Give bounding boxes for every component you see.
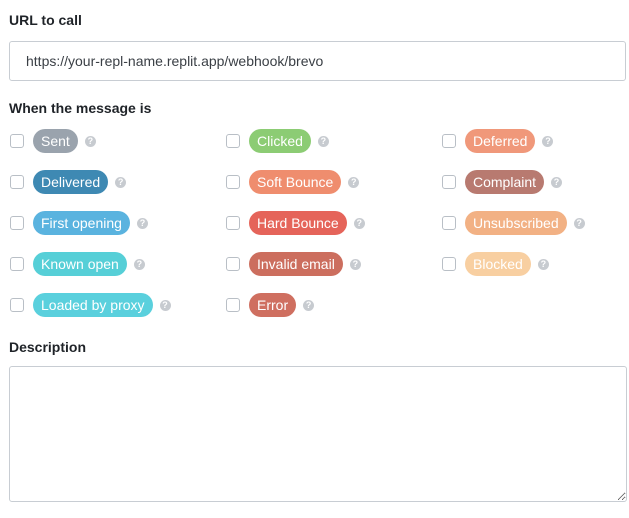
- event-checkbox-error[interactable]: [226, 298, 240, 312]
- help-icon[interactable]: ?: [159, 299, 171, 311]
- event-option-unsubscribed[interactable]: Unsubscribed?: [442, 210, 585, 236]
- event-checkbox-deferred[interactable]: [442, 134, 456, 148]
- description-label: Description: [9, 339, 87, 355]
- url-label: URL to call: [9, 12, 82, 28]
- event-checkbox-first-opening[interactable]: [10, 216, 24, 230]
- help-icon[interactable]: ?: [133, 258, 145, 270]
- event-option-first-opening[interactable]: First opening?: [10, 210, 148, 236]
- event-option-loaded-by-proxy[interactable]: Loaded by proxy?: [10, 292, 171, 318]
- help-icon[interactable]: ?: [348, 176, 360, 188]
- event-badge-loaded-by-proxy: Loaded by proxy: [33, 293, 153, 317]
- event-badge-deferred: Deferred: [465, 129, 536, 153]
- event-badge-soft-bounce: Soft Bounce: [249, 170, 342, 194]
- event-badge-first-opening: First opening: [33, 211, 130, 235]
- event-checkbox-known-open[interactable]: [10, 257, 24, 271]
- event-badge-sent: Sent: [33, 129, 78, 153]
- event-checkbox-clicked[interactable]: [226, 134, 240, 148]
- event-option-clicked[interactable]: Clicked?: [226, 128, 329, 154]
- help-icon[interactable]: ?: [551, 176, 563, 188]
- event-checkbox-unsubscribed[interactable]: [442, 216, 456, 230]
- event-option-blocked[interactable]: Blocked?: [442, 251, 549, 277]
- event-checkbox-delivered[interactable]: [10, 175, 24, 189]
- event-badge-unsubscribed: Unsubscribed: [465, 211, 567, 235]
- webhook-form: URL to call When the message is Sent?Cli…: [0, 0, 629, 518]
- event-option-complaint[interactable]: Complaint?: [442, 169, 563, 195]
- event-checkbox-hard-bounce[interactable]: [226, 216, 240, 230]
- event-option-error[interactable]: Error?: [226, 292, 315, 318]
- help-icon[interactable]: ?: [136, 217, 148, 229]
- help-icon[interactable]: ?: [303, 299, 315, 311]
- event-checkbox-invalid-email[interactable]: [226, 257, 240, 271]
- event-badge-delivered: Delivered: [33, 170, 109, 194]
- help-icon[interactable]: ?: [115, 176, 127, 188]
- event-option-deferred[interactable]: Deferred?: [442, 128, 554, 154]
- help-icon[interactable]: ?: [537, 258, 549, 270]
- help-icon[interactable]: ?: [353, 217, 365, 229]
- event-option-delivered[interactable]: Delivered?: [10, 169, 127, 195]
- event-badge-hard-bounce: Hard Bounce: [249, 211, 347, 235]
- event-badge-known-open: Known open: [33, 252, 127, 276]
- events-label: When the message is: [9, 100, 152, 116]
- event-option-soft-bounce[interactable]: Soft Bounce?: [226, 169, 360, 195]
- event-option-sent[interactable]: Sent?: [10, 128, 96, 154]
- event-badge-invalid-email: Invalid email: [249, 252, 343, 276]
- event-checkbox-sent[interactable]: [10, 134, 24, 148]
- event-checkbox-blocked[interactable]: [442, 257, 456, 271]
- event-checkbox-soft-bounce[interactable]: [226, 175, 240, 189]
- help-icon[interactable]: ?: [317, 135, 329, 147]
- event-checkbox-grid: Sent? Clicked? Deferred? Delivered? Soft Bou…: [10, 128, 620, 328]
- event-option-hard-bounce[interactable]: Hard Bounce?: [226, 210, 365, 236]
- event-badge-clicked: Clicked: [249, 129, 311, 153]
- help-icon[interactable]: ?: [84, 135, 96, 147]
- help-icon[interactable]: ?: [349, 258, 361, 270]
- event-badge-error: Error: [249, 293, 297, 317]
- help-icon[interactable]: ?: [573, 217, 585, 229]
- description-textarea[interactable]: [9, 366, 627, 502]
- event-badge-complaint: Complaint: [465, 170, 545, 194]
- event-option-invalid-email[interactable]: Invalid email?: [226, 251, 361, 277]
- event-checkbox-complaint[interactable]: [442, 175, 456, 189]
- event-option-known-open[interactable]: Known open?: [10, 251, 145, 277]
- event-checkbox-loaded-by-proxy[interactable]: [10, 298, 24, 312]
- help-icon[interactable]: ?: [542, 135, 554, 147]
- event-badge-blocked: Blocked: [465, 252, 531, 276]
- url-input[interactable]: [9, 41, 626, 81]
